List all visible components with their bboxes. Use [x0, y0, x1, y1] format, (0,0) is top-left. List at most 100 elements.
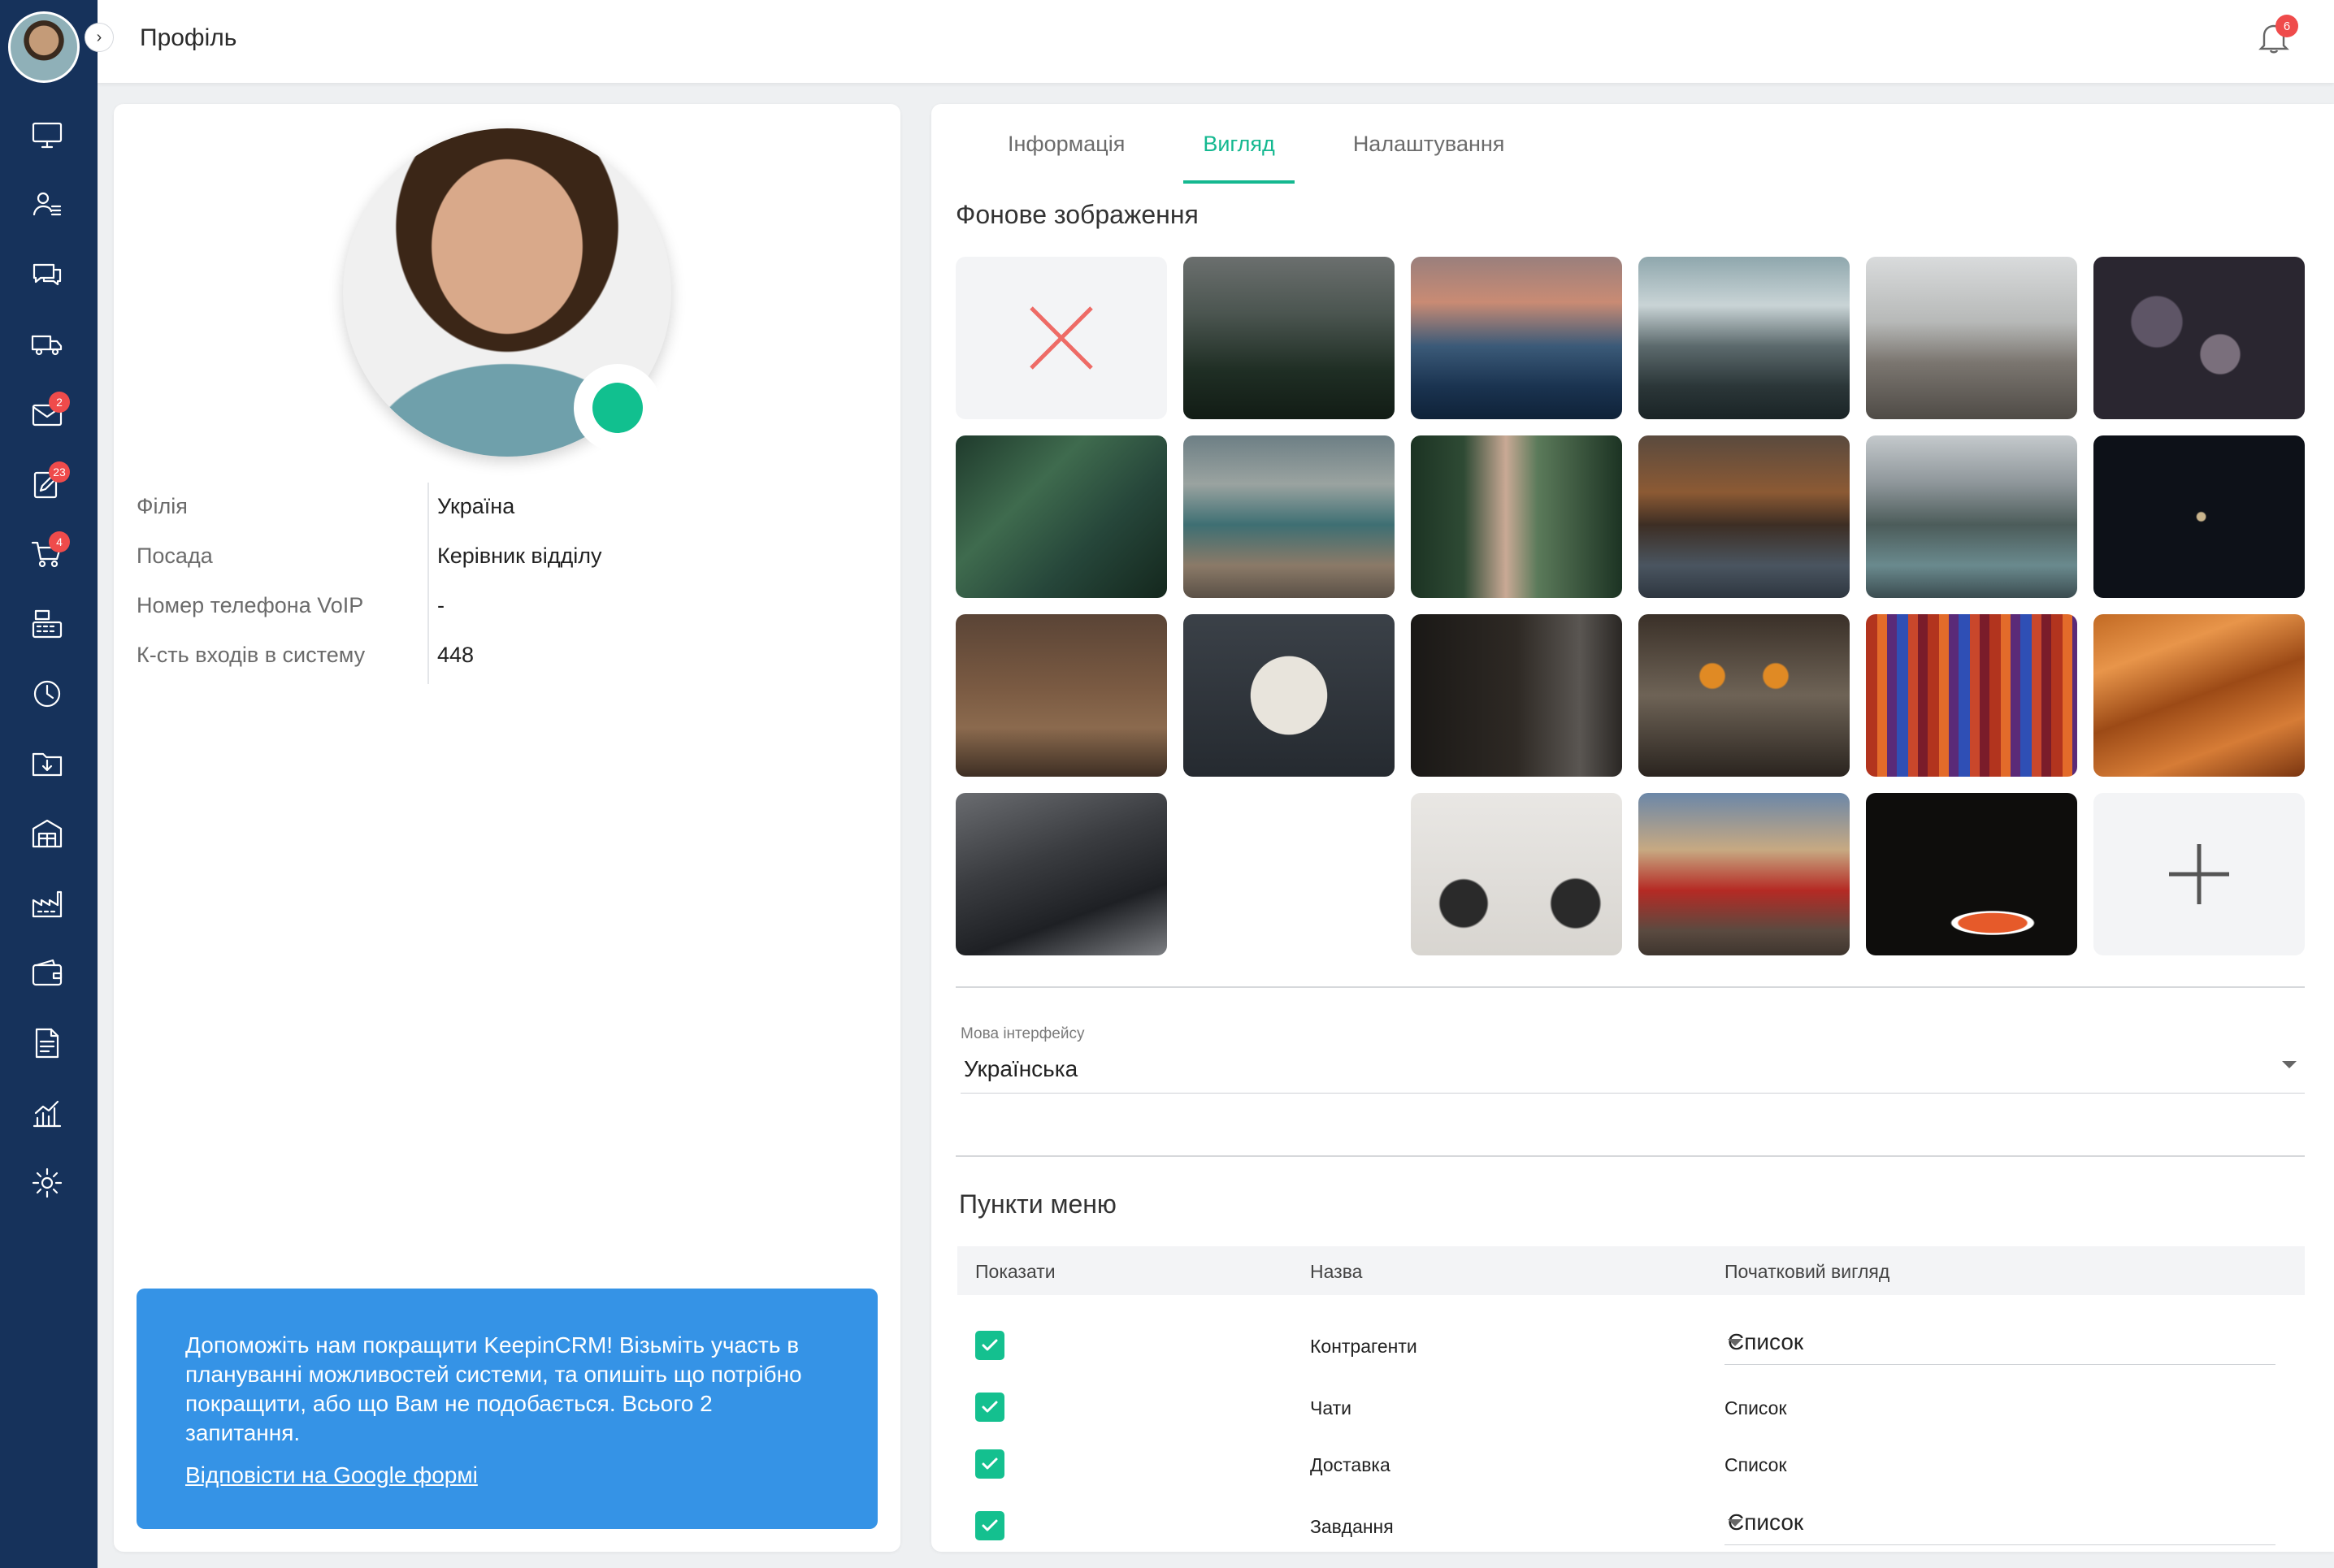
- feedback-text: Допоможіть нам покращити KeepinCRM! Візь…: [185, 1332, 802, 1445]
- menu-item-name: Контрагенти: [1310, 1336, 1417, 1357]
- check-icon: [982, 1519, 998, 1531]
- feedback-link[interactable]: Відповісти на Google формі: [185, 1462, 478, 1488]
- appearance-card: Інформація Вигляд Налаштування Фонове зо…: [931, 104, 2334, 1552]
- background-night-moon[interactable]: [2093, 435, 2305, 598]
- info-value: Україна: [437, 494, 515, 518]
- document-icon: [35, 1028, 59, 1059]
- background-cat-window[interactable]: [1411, 614, 1622, 777]
- background-fern-leaves[interactable]: [956, 435, 1167, 598]
- column-name: Назва: [1310, 1261, 1363, 1282]
- info-value: Керівник відділу: [437, 544, 602, 568]
- orders-badge: 4: [49, 531, 70, 552]
- background-owl[interactable]: [1638, 614, 1850, 777]
- background-foggy-forest[interactable]: [1183, 257, 1395, 419]
- sidebar-item-orders[interactable]: 4: [24, 531, 70, 577]
- background-red-muscle-car[interactable]: [1638, 793, 1850, 955]
- initial-view-value[interactable]: Список: [1724, 1454, 1787, 1476]
- language-value: Українська: [964, 1056, 1078, 1081]
- background-dark-succulents[interactable]: [2093, 257, 2305, 419]
- background-autumn-lake[interactable]: [1638, 435, 1850, 598]
- info-label: Номер телефона VoIP: [137, 593, 364, 617]
- analytics-icon: [33, 1100, 62, 1128]
- tab-info[interactable]: Інформація: [988, 104, 1144, 184]
- sidebar-item-mail[interactable]: 2: [24, 392, 70, 437]
- cash-register-icon: [32, 609, 63, 639]
- sidebar-item-delivery[interactable]: [24, 322, 70, 367]
- info-value: 448: [437, 643, 475, 667]
- show-checkbox[interactable]: [975, 1449, 1004, 1479]
- info-row-position: Посада Керівник відділу: [137, 532, 868, 582]
- background-buildings[interactable]: [956, 793, 1167, 955]
- sidebar-item-tasks[interactable]: 23: [24, 461, 70, 507]
- background-sand-dunes[interactable]: [2093, 614, 2305, 777]
- clock-icon: [33, 680, 61, 708]
- avatar[interactable]: [8, 11, 80, 83]
- info-label: Посада: [137, 544, 213, 568]
- background-deer[interactable]: [956, 614, 1167, 777]
- show-checkbox[interactable]: [975, 1331, 1004, 1360]
- sidebar-item-documents[interactable]: [24, 1020, 70, 1066]
- sidebar-item-dashboard[interactable]: [24, 112, 70, 158]
- background-motorcycle[interactable]: [1411, 793, 1622, 955]
- sidebar-toggle-button[interactable]: ›: [85, 23, 114, 52]
- background-ocean-wave[interactable]: [1411, 257, 1622, 419]
- add-background-button[interactable]: [2093, 793, 2305, 955]
- check-icon: [982, 1339, 998, 1351]
- sidebar-item-chats[interactable]: [24, 252, 70, 297]
- divider: [956, 1155, 2305, 1157]
- menu-items-table: Показати Назва Початковий вигляд Контраг…: [957, 1246, 2305, 1545]
- show-checkbox[interactable]: [975, 1511, 1004, 1540]
- page-title: Профіль: [140, 24, 237, 51]
- background-blue-architecture[interactable]: [1183, 793, 1395, 955]
- online-status: [574, 364, 662, 452]
- profile-card: Філія Україна Посада Керівник відділу Но…: [114, 104, 900, 1552]
- sidebar-item-finance[interactable]: [24, 951, 70, 996]
- background-mountain-lake-cabin[interactable]: [1866, 435, 2077, 598]
- menu-item-name: Завдання: [1310, 1516, 1394, 1537]
- tasks-badge: 23: [49, 461, 70, 483]
- initial-view-select[interactable]: Список: [1724, 1319, 2275, 1365]
- mail-badge: 2: [49, 392, 70, 413]
- background-colorful-stripes[interactable]: [1866, 614, 2077, 777]
- background-french-bulldog[interactable]: [1183, 614, 1395, 777]
- show-checkbox[interactable]: [975, 1393, 1004, 1422]
- profile-info: Філія Україна Посада Керівник відділу Но…: [137, 483, 868, 684]
- initial-view-select[interactable]: Список: [1724, 1500, 2275, 1545]
- background-section-title: Фонове зображення: [956, 200, 1199, 229]
- info-row-branch: Філія Україна: [137, 483, 868, 532]
- sidebar-item-files[interactable]: [24, 741, 70, 786]
- initial-view-value[interactable]: Список: [1724, 1397, 1787, 1419]
- info-row-voip: Номер телефона VoIP -: [137, 582, 868, 631]
- gear-icon: [32, 1167, 63, 1198]
- language-select[interactable]: Мова інтерфейсу Українська: [961, 1025, 2305, 1094]
- sidebar: 2 23 4: [0, 0, 98, 1568]
- warehouse-icon: [32, 819, 63, 848]
- notifications-button[interactable]: 6: [2254, 15, 2300, 63]
- monitor-icon: [32, 122, 63, 149]
- sidebar-item-contacts[interactable]: [24, 182, 70, 227]
- info-row-logins: К-сть входів в систему 448: [137, 631, 868, 681]
- feedback-banner: Допоможіть нам покращити KeepinCRM! Візь…: [137, 1289, 878, 1529]
- plus-icon: [2169, 844, 2229, 904]
- background-forest-valley[interactable]: [1411, 435, 1622, 598]
- table-header: Показати Назва Початковий вигляд: [957, 1246, 2305, 1295]
- user-list-icon: [33, 192, 62, 216]
- caret-down-icon: [1728, 1519, 1742, 1527]
- folder-download-icon: [32, 752, 63, 777]
- background-night-road-lights[interactable]: [1866, 793, 2077, 955]
- tab-settings[interactable]: Налаштування: [1334, 104, 1525, 184]
- tab-appearance[interactable]: Вигляд: [1183, 104, 1295, 184]
- sidebar-item-time[interactable]: [24, 671, 70, 717]
- background-snowy-mountain[interactable]: [1638, 257, 1850, 419]
- background-empty-road[interactable]: [1866, 257, 2077, 419]
- status-dot: [592, 383, 643, 433]
- sidebar-item-warehouse[interactable]: [24, 811, 70, 856]
- sidebar-item-settings[interactable]: [24, 1160, 70, 1206]
- sidebar-item-production[interactable]: [24, 881, 70, 926]
- background-none-tile[interactable]: [956, 257, 1167, 419]
- sidebar-item-cash[interactable]: [24, 601, 70, 647]
- sidebar-item-analytics[interactable]: [24, 1090, 70, 1136]
- background-river-valley[interactable]: [1183, 435, 1395, 598]
- caret-down-icon: [2282, 1061, 2297, 1068]
- column-initial-view: Початковий вигляд: [1724, 1261, 1890, 1282]
